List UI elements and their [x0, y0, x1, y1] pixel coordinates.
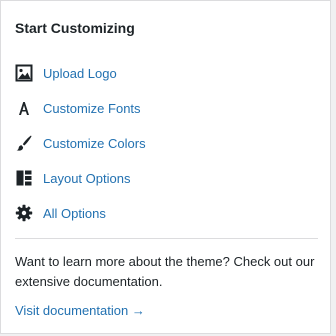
customize-colors-label: Customize Colors: [43, 135, 146, 151]
customize-fonts-label: Customize Fonts: [43, 100, 141, 116]
layout-options-link[interactable]: Layout Options: [15, 167, 130, 189]
layout-options-label: Layout Options: [43, 170, 131, 186]
panel-title: Start Customizing: [15, 20, 135, 36]
layout-icon: [15, 169, 33, 187]
brush-icon: [15, 134, 33, 152]
documentation-description: Want to learn more about the theme? Chec…: [15, 254, 315, 289]
customize-colors-link[interactable]: Customize Colors: [15, 132, 146, 154]
gear-icon: [15, 204, 33, 222]
all-options-link[interactable]: All Options: [15, 202, 106, 224]
all-options-label: All Options: [43, 205, 106, 221]
image-icon: [15, 64, 33, 82]
divider: [15, 238, 318, 239]
customize-fonts-link[interactable]: Customize Fonts: [15, 97, 141, 119]
font-icon: [15, 99, 33, 117]
visit-documentation-link[interactable]: Visit documentation →: [15, 303, 145, 318]
upload-logo-link[interactable]: Upload Logo: [15, 62, 117, 84]
upload-logo-label: Upload Logo: [43, 65, 117, 81]
start-customizing-panel: Start Customizing Upload Logo Customize …: [0, 0, 331, 334]
